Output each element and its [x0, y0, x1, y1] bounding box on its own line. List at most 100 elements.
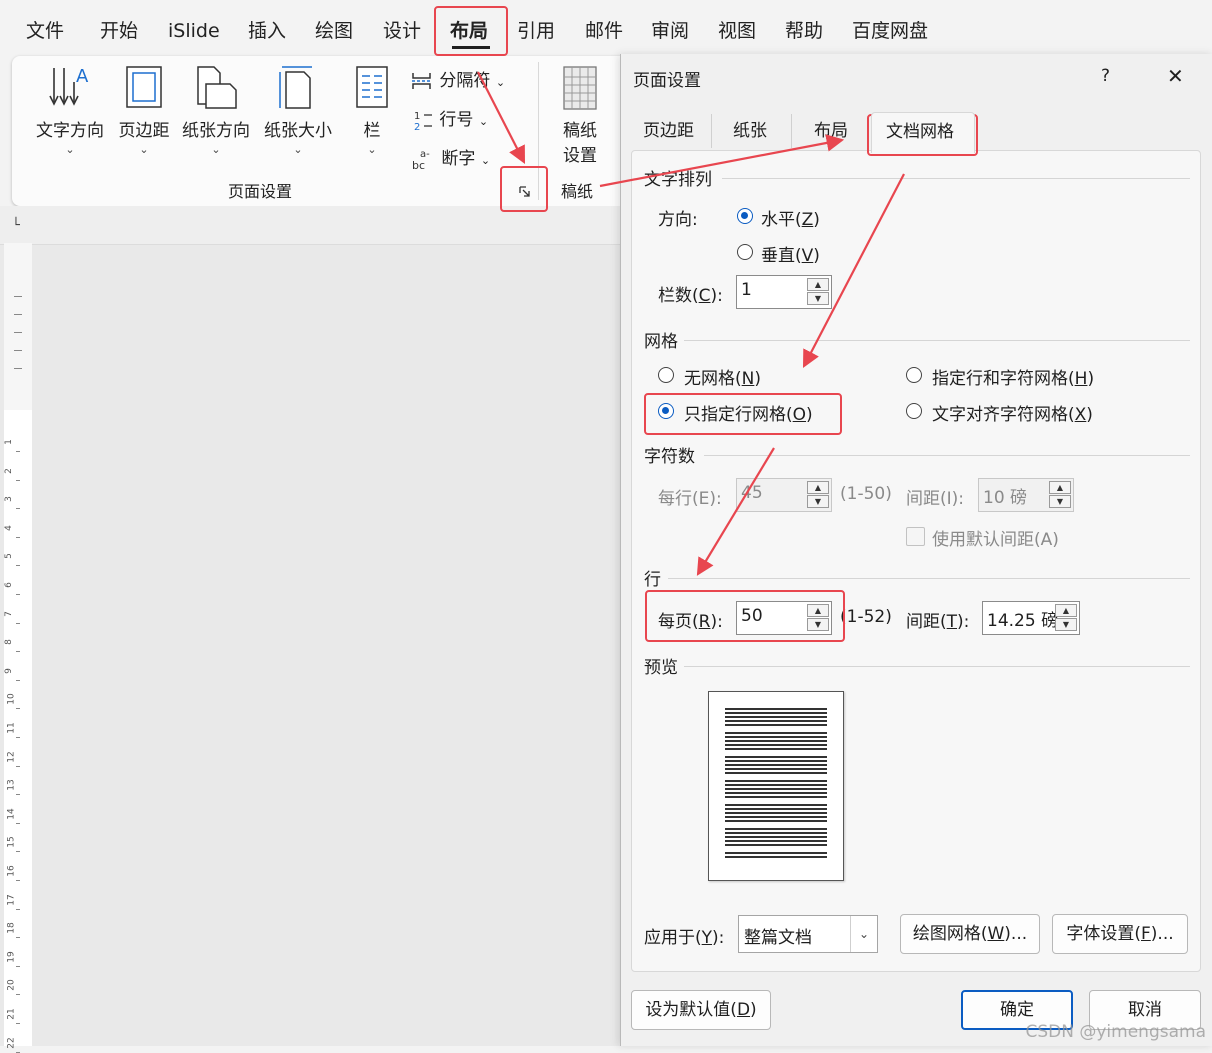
orientation-button[interactable]: 纸张方向 ⌄ — [178, 64, 254, 156]
breaks-icon — [412, 73, 432, 89]
font-settings-button[interactable]: 字体设置(F)... — [1052, 914, 1188, 954]
preview-text-line — [725, 720, 827, 722]
ruler-number: 2 — [3, 467, 14, 474]
set-as-default-button[interactable]: 设为默认值(D) — [631, 990, 771, 1030]
horizontal-label: 水平(Z) — [761, 210, 820, 230]
help-button[interactable]: ? — [1101, 66, 1110, 86]
no-grid-label: 无网格(N) — [684, 369, 761, 389]
ruler-tick — [16, 794, 20, 796]
menu-islide[interactable]: iSlide — [168, 18, 220, 44]
spin-down-icon[interactable]: ▼ — [807, 292, 829, 305]
spin-down-icon[interactable]: ▼ — [1055, 618, 1077, 631]
horizontal-radio[interactable] — [737, 208, 753, 224]
ruler-tick — [16, 765, 20, 767]
ruler-tick — [16, 908, 20, 910]
ruler-number: 11 — [6, 722, 17, 734]
menu-baidu-netdisk[interactable]: 百度网盘 — [852, 18, 928, 44]
apply-to-select[interactable]: 整篇文档 ⌄ — [738, 915, 878, 953]
snap-to-char-grid-radio[interactable] — [906, 403, 922, 419]
ruler-number: 8 — [3, 639, 14, 646]
tab-document-grid[interactable]: 文档网格 — [871, 112, 975, 153]
preview-text-line — [725, 744, 827, 746]
ruler-number: 18 — [6, 922, 17, 934]
tab-paper[interactable]: 纸张 — [733, 116, 767, 141]
text-direction-button[interactable]: A 文字方向 ⌄ — [32, 64, 108, 156]
ruler-number: 20 — [6, 979, 17, 992]
menu-insert[interactable]: 插入 — [248, 18, 286, 44]
vertical-radio[interactable] — [737, 244, 753, 260]
breaks-button[interactable]: 分隔符 ⌄ — [410, 66, 505, 91]
ruler-number: 10 — [6, 693, 17, 706]
preview-text-line — [725, 852, 827, 854]
hyphenation-button[interactable]: a- bc 断字 ⌄ — [412, 144, 491, 172]
ribbon: A 文字方向 ⌄ 页边距 ⌄ 纸张方向 ⌄ 纸张大小 ⌄ 栏 ⌄ 分隔符 ⌄ 1… — [12, 56, 648, 206]
preview-text-line — [725, 760, 827, 762]
manuscript-settings-button[interactable]: 稿纸 设置 — [552, 64, 608, 166]
chevron-down-icon[interactable]: ⌄ — [850, 916, 877, 952]
spin-up-icon[interactable]: ▲ — [807, 278, 829, 291]
tab-layout[interactable]: 布局 — [814, 116, 848, 141]
spin-up-icon[interactable]: ▲ — [1055, 604, 1077, 617]
paper-size-button[interactable]: 纸张大小 ⌄ — [260, 64, 336, 156]
lines-heading: 行 — [644, 570, 661, 590]
no-grid-radio[interactable] — [658, 367, 674, 383]
tab-stop-icon[interactable]: └ — [12, 218, 20, 233]
document-area — [0, 206, 620, 1046]
chevron-down-icon: ⌄ — [367, 143, 377, 156]
chevron-down-icon: ⌄ — [480, 154, 491, 167]
menu-review[interactable]: 审阅 — [651, 18, 689, 44]
ruler-tick — [16, 1051, 20, 1053]
document-grid-panel: 文字排列 方向: 水平(Z) 垂直(V) 栏数(C): 1 ▲ ▼ 网格 无网格(… — [631, 150, 1201, 972]
menu-help[interactable]: 帮助 — [785, 18, 823, 44]
columns-button[interactable]: 栏 ⌄ — [350, 64, 394, 156]
text-arrangement-heading: 文字排列 — [644, 170, 712, 190]
svg-text:2: 2 — [414, 122, 420, 131]
drawing-grid-button[interactable]: 绘图网格(W)... — [900, 914, 1040, 954]
tab-margins[interactable]: 页边距 — [643, 116, 694, 141]
chars-per-line-stepper: 45 ▲ ▼ — [736, 478, 832, 512]
menu-view[interactable]: 视图 — [718, 18, 756, 44]
chevron-down-icon: ⌄ — [478, 115, 489, 128]
preview-heading: 预览 — [644, 658, 678, 678]
preview-text-line — [725, 772, 827, 774]
columns-count-stepper[interactable]: 1 ▲ ▼ — [736, 275, 832, 309]
hyphenation-icon: a- bc — [412, 149, 430, 172]
preview-text-line — [725, 732, 827, 734]
menu-design[interactable]: 设计 — [383, 18, 421, 44]
grid-heading: 网格 — [644, 332, 678, 352]
menu-mailings[interactable]: 邮件 — [585, 18, 623, 44]
columns-count-label: 栏数(C): — [658, 286, 723, 306]
preview-text-line — [725, 816, 827, 818]
ruler-tick — [16, 651, 20, 653]
hyphenation-label: 断字 — [441, 149, 476, 169]
tab-document-grid-label: 文档网格 — [886, 122, 954, 142]
menu-home[interactable]: 开始 — [100, 18, 138, 44]
ruler-tick — [16, 965, 20, 967]
menu-references[interactable]: 引用 — [517, 18, 555, 44]
ruler-tick — [16, 536, 20, 538]
text-direction-icon: A — [49, 66, 89, 106]
close-icon[interactable]: ✕ — [1167, 64, 1184, 88]
ruler-number: 4 — [3, 524, 14, 531]
section-separator — [684, 340, 1190, 341]
tab-divider — [711, 114, 712, 148]
line-pitch-stepper[interactable]: 14.25 磅 ▲ ▼ — [982, 601, 1080, 635]
spin-down-icon: ▼ — [807, 495, 829, 508]
spin-down-icon: ▼ — [1049, 495, 1071, 508]
ruler-number: 6 — [3, 582, 14, 588]
columns-count-value: 1 — [741, 280, 752, 300]
margins-button[interactable]: 页边距 ⌄ — [114, 64, 174, 156]
lines-and-chars-grid-radio[interactable] — [906, 367, 922, 383]
ruler-number: 16 — [6, 865, 17, 877]
preview-page — [708, 691, 844, 881]
ruler-number: 14 — [6, 808, 17, 820]
line-numbers-button[interactable]: 1 2 行号 ⌄ — [412, 105, 489, 133]
section-separator — [722, 178, 1190, 179]
ruler-number: 3 — [3, 496, 14, 503]
menu-draw[interactable]: 绘图 — [315, 18, 353, 44]
menu-file[interactable]: 文件 — [26, 18, 64, 44]
ruler-tick — [16, 479, 20, 481]
preview-text-line — [725, 820, 827, 822]
preview-text-line — [725, 792, 827, 794]
dialog-title: 页面设置 — [633, 71, 701, 91]
